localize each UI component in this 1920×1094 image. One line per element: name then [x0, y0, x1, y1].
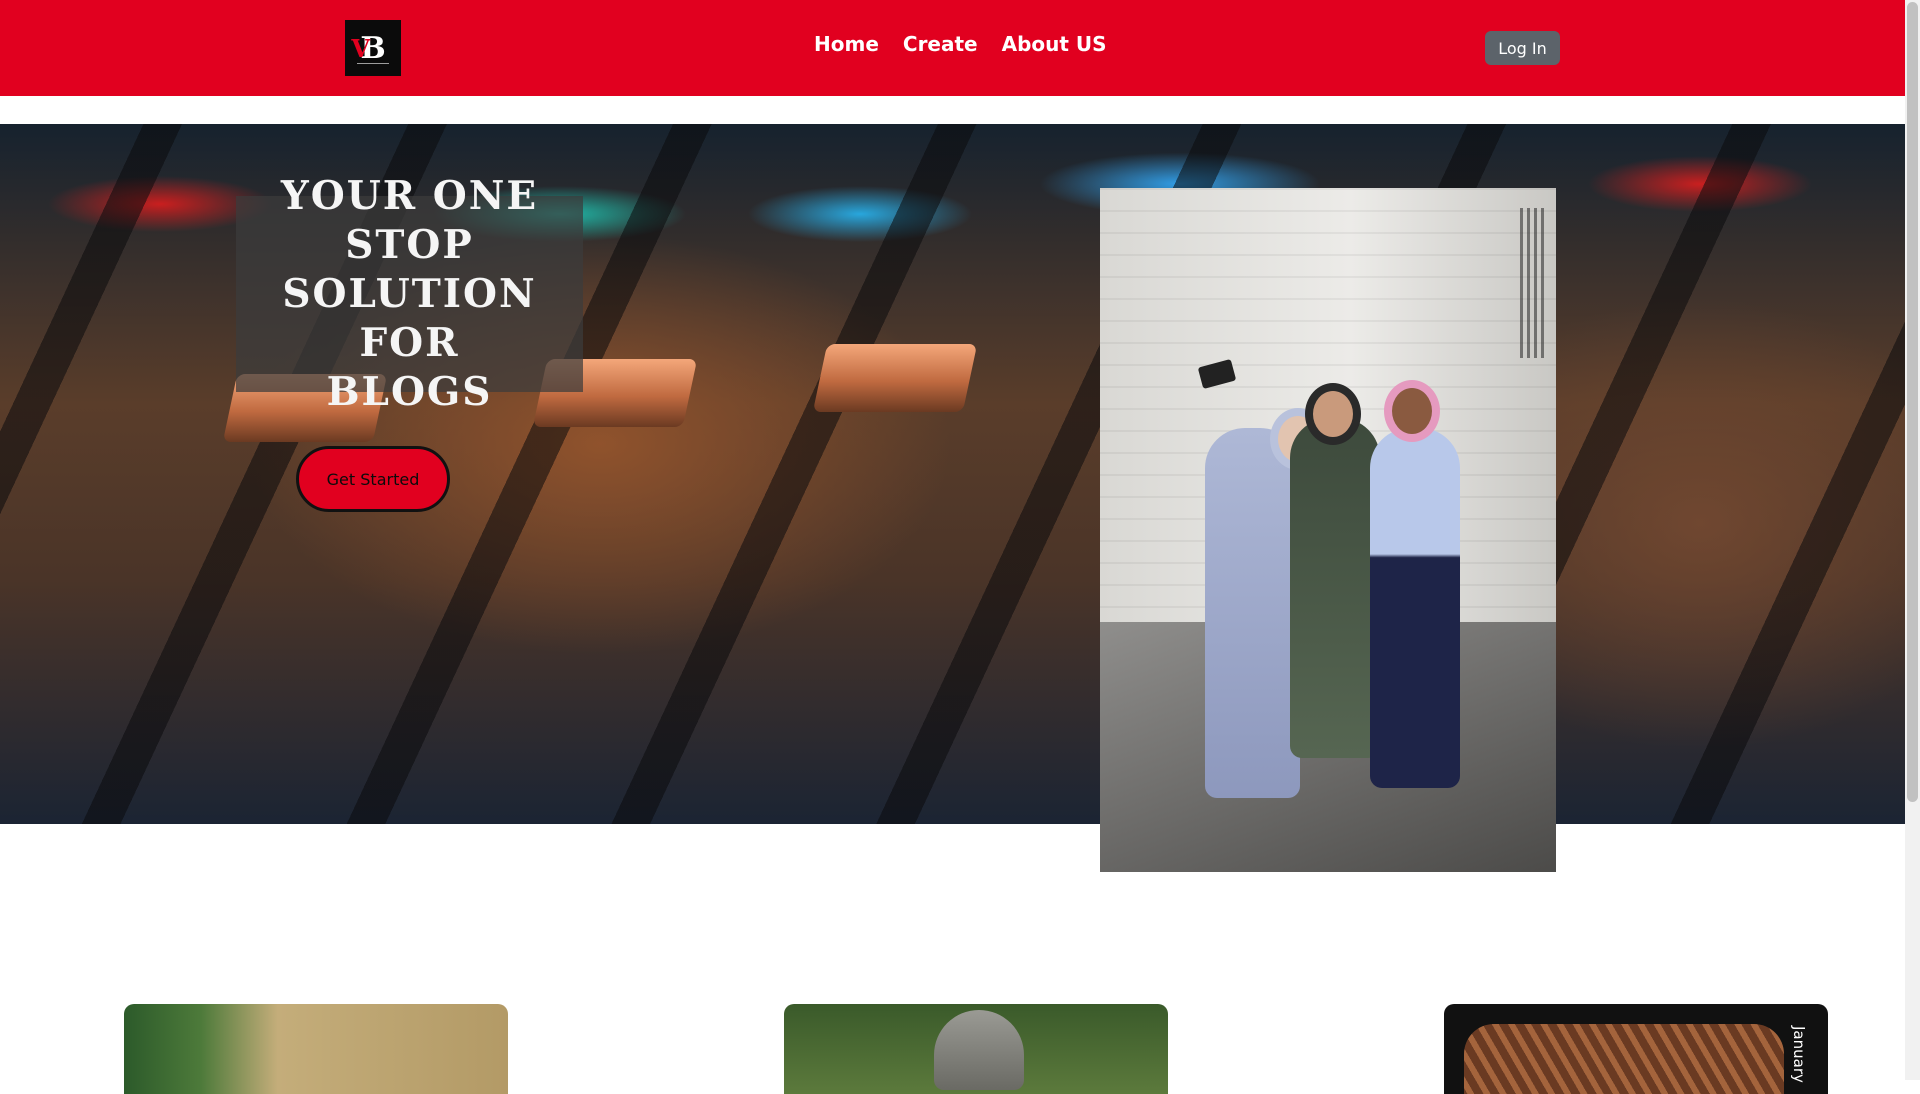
logo-mark: V B: [351, 31, 385, 66]
cat-photo: [934, 1010, 1024, 1090]
hero-title-box: YOUR ONE STOP SOLUTION FOR BLOGS: [236, 173, 583, 415]
main-nav: Home Create About US: [814, 32, 1107, 56]
person-middle-head: [1305, 383, 1361, 445]
person-left: [1205, 428, 1300, 798]
scrollbar-thumb[interactable]: [1907, 2, 1918, 802]
blog-card-1-image[interactable]: [124, 1004, 508, 1094]
hero-photo: [1100, 188, 1556, 872]
logo-underline: [357, 63, 389, 64]
mixer-fader-3: [812, 344, 978, 412]
hero-title-line-4: BLOGS: [326, 368, 493, 415]
hero-title-line-2: STOP: [345, 221, 474, 268]
braided-portrait: [1464, 1024, 1784, 1094]
person-right-head: [1384, 380, 1440, 442]
hero-title: YOUR ONE STOP SOLUTION FOR BLOGS: [236, 172, 583, 417]
blog-card-3-date: January: [1790, 1026, 1808, 1083]
hero-title-line-3: SOLUTION FOR: [282, 270, 537, 366]
person-right: [1370, 428, 1460, 788]
blog-card-3-image[interactable]: [1444, 1004, 1828, 1094]
get-started-button[interactable]: Get Started: [296, 446, 450, 512]
top-navbar: V B Home Create About US Log In: [0, 0, 1905, 96]
person-middle: [1290, 418, 1380, 758]
logo-accent: V: [351, 33, 370, 63]
blog-card-2-image[interactable]: [784, 1004, 1168, 1094]
nav-link-home[interactable]: Home: [814, 32, 879, 56]
hero-banner: YOUR ONE STOP SOLUTION FOR BLOGS Get Sta…: [0, 124, 1905, 824]
hero-title-line-1: YOUR ONE: [280, 172, 539, 219]
site-logo[interactable]: V B: [345, 20, 401, 76]
barred-window: [1520, 208, 1546, 358]
nav-link-about[interactable]: About US: [1002, 32, 1107, 56]
page-scrollbar[interactable]: [1905, 0, 1920, 1080]
nav-link-create[interactable]: Create: [903, 32, 978, 56]
login-button[interactable]: Log In: [1485, 31, 1560, 65]
